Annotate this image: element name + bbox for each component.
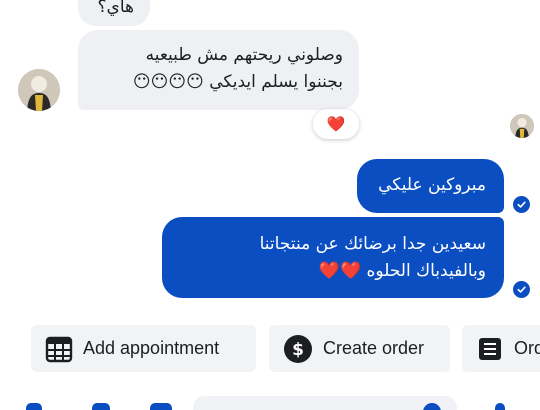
message-text: هاي؟ <box>97 0 134 17</box>
sender-avatar[interactable] <box>18 69 60 111</box>
message-text-line-1: وصلوني ريحتهم مش طبيعيه <box>145 45 343 65</box>
seen-check-icon <box>513 196 530 213</box>
seen-check-icon <box>513 281 530 298</box>
heart-reaction-badge[interactable]: ❤️ <box>313 109 359 139</box>
outgoing-message-bubble[interactable]: سعيدين جدا برضائك عن منتجاتنا وبالفيدباك… <box>162 217 504 298</box>
chip-label: Add appointment <box>83 338 220 358</box>
messenger-thread: هاي؟ وصلوني ريحتهم مش طبيعيه بجننوا يسلم… <box>0 0 540 410</box>
message-text: مبروكين عليكي <box>378 175 486 195</box>
order-button[interactable]: Ord <box>462 325 540 372</box>
add-appointment-button[interactable]: Add appointment <box>31 325 256 372</box>
svg-text:$: $ <box>292 340 304 360</box>
create-order-button[interactable]: $ Create order <box>269 325 450 372</box>
composer-toolbar <box>0 394 540 410</box>
message-text-line-2: بجننوا يسلم ايديكي 😶😶😶😶 <box>132 72 343 92</box>
chip-label: Ord <box>514 338 540 358</box>
outgoing-message-bubble[interactable]: مبروكين عليكي <box>357 159 504 213</box>
message-text-line-1: سعيدين جدا برضائك عن منتجاتنا <box>259 234 486 254</box>
avatar-photo-icon <box>510 114 534 138</box>
order-list-icon <box>479 337 501 360</box>
image-icon[interactable] <box>150 403 172 410</box>
heart-icon: ❤️ <box>326 115 346 133</box>
dollar-circle-icon: $ <box>284 334 312 363</box>
read-receipt-avatar <box>510 114 534 138</box>
message-text-line-2: وبالفيدباك الحلوه ❤️❤️ <box>318 261 486 281</box>
camera-icon[interactable] <box>92 403 110 410</box>
avatar-photo-icon <box>18 69 60 111</box>
calendar-grid-icon <box>45 336 73 362</box>
incoming-message-bubble[interactable]: هاي؟ <box>78 0 150 26</box>
incoming-message-bubble[interactable]: وصلوني ريحتهم مش طبيعيه بجننوا يسلم ايدي… <box>78 30 359 110</box>
message-input[interactable] <box>193 396 457 410</box>
menu-icon[interactable] <box>26 403 42 410</box>
like-icon[interactable] <box>495 403 505 410</box>
chip-label: Create order <box>323 338 425 358</box>
